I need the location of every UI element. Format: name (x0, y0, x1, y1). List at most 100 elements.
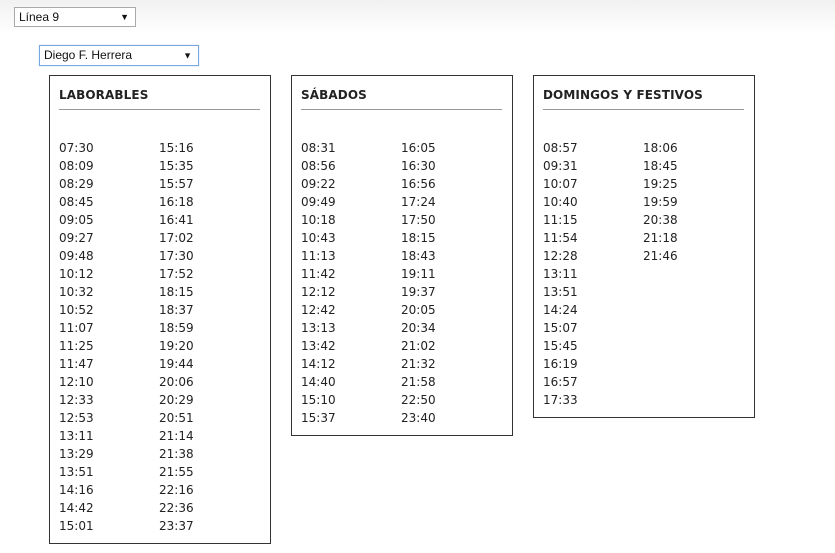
departure-time: 22:16 (159, 483, 194, 497)
departure-time: 15:57 (159, 177, 194, 191)
dropdown-arrow-icon: ▼ (120, 12, 129, 22)
times-column-1: 08:31 08:56 09:22 09:49 10:18 10:43 11:13 11:42… (301, 139, 336, 427)
departure-time: 13:42 (301, 339, 336, 353)
departure-time: 20:29 (159, 393, 194, 407)
departure-time: 18:43 (401, 249, 436, 263)
departure-time: 14:12 (301, 357, 336, 371)
departure-time: 17:30 (159, 249, 194, 263)
times-column-1: 07:30 08:09 08:29 08:45 09:05 09:27 09:48 10:12… (59, 139, 94, 535)
departure-time: 10:43 (301, 231, 336, 245)
panel-title: DOMINGOS Y FESTIVOS (543, 88, 744, 110)
departure-time: 19:25 (643, 177, 678, 191)
departure-time: 15:45 (543, 339, 578, 353)
departure-time: 12:53 (59, 411, 94, 425)
departure-time: 14:24 (543, 303, 578, 317)
times-column-1: 08:57 09:31 10:07 10:40 11:15 11:54 12:28 13:11… (543, 139, 578, 409)
dropdown-arrow-icon: ▼ (183, 50, 192, 60)
departure-time: 08:31 (301, 141, 336, 155)
departure-time: 17:52 (159, 267, 194, 281)
departure-time: 19:44 (159, 357, 194, 371)
departure-time: 09:05 (59, 213, 94, 227)
departure-time: 20:34 (401, 321, 436, 335)
departure-time: 11:54 (543, 231, 578, 245)
departure-time: 13:13 (301, 321, 336, 335)
departure-time: 16:56 (401, 177, 436, 191)
schedule-panel-sundays-holidays: DOMINGOS Y FESTIVOS 08:57 09:31 10:07 10:40… (533, 75, 755, 418)
departure-time: 08:09 (59, 159, 94, 173)
line-select[interactable]: Línea 9 ▼ (14, 7, 136, 27)
departure-time: 15:01 (59, 519, 94, 533)
departure-time: 11:47 (59, 357, 94, 371)
departure-time: 21:02 (401, 339, 436, 353)
departure-time: 16:05 (401, 141, 436, 155)
departure-time: 18:15 (401, 231, 436, 245)
departure-time: 18:06 (643, 141, 678, 155)
departure-time: 18:45 (643, 159, 678, 173)
departure-time: 17:24 (401, 195, 436, 209)
departure-time: 17:02 (159, 231, 194, 245)
departure-time: 11:25 (59, 339, 94, 353)
departure-time: 10:12 (59, 267, 94, 281)
departure-time: 19:20 (159, 339, 194, 353)
departure-time: 22:36 (159, 501, 194, 515)
departure-time: 09:22 (301, 177, 336, 191)
schedule-panel-weekdays: LABORABLES 07:30 08:09 08:29 08:45 09:05 09:2… (49, 75, 271, 544)
departure-time: 20:51 (159, 411, 194, 425)
departure-time: 10:52 (59, 303, 94, 317)
departure-time: 16:57 (543, 375, 578, 389)
departure-time: 16:30 (401, 159, 436, 173)
departure-time: 16:18 (159, 195, 194, 209)
departure-time: 14:16 (59, 483, 94, 497)
departure-time: 08:29 (59, 177, 94, 191)
page: Línea 9 ▼ Diego F. Herrera ▼ LABORABLES … (0, 0, 835, 553)
departure-time: 20:06 (159, 375, 194, 389)
departure-time: 18:37 (159, 303, 194, 317)
departure-time: 08:56 (301, 159, 336, 173)
departure-time: 11:42 (301, 267, 336, 281)
departure-time: 15:16 (159, 141, 194, 155)
departure-time: 14:42 (59, 501, 94, 515)
departure-time: 09:48 (59, 249, 94, 263)
departure-time: 09:27 (59, 231, 94, 245)
departure-time: 08:45 (59, 195, 94, 209)
departure-time: 19:37 (401, 285, 436, 299)
departure-time: 11:15 (543, 213, 578, 227)
departure-time: 12:33 (59, 393, 94, 407)
departure-time: 10:40 (543, 195, 578, 209)
departure-time: 19:59 (643, 195, 678, 209)
departure-time: 15:10 (301, 393, 336, 407)
departure-time: 16:19 (543, 357, 578, 371)
departure-time: 21:46 (643, 249, 678, 263)
line-select-value: Línea 9 (19, 10, 60, 24)
departure-time: 07:30 (59, 141, 94, 155)
departure-time: 13:11 (543, 267, 578, 281)
departure-time: 09:31 (543, 159, 578, 173)
stop-select-value: Diego F. Herrera (44, 48, 133, 62)
departure-time: 21:32 (401, 357, 436, 371)
departure-time: 13:29 (59, 447, 94, 461)
departure-time: 16:41 (159, 213, 194, 227)
departure-time: 14:40 (301, 375, 336, 389)
departure-time: 12:12 (301, 285, 336, 299)
departure-time: 22:50 (401, 393, 436, 407)
departure-time: 13:11 (59, 429, 94, 443)
times-column-2: 15:16 15:35 15:57 16:18 16:41 17:02 17:30 17:52… (159, 139, 194, 535)
departure-time: 12:28 (543, 249, 578, 263)
departure-time: 15:07 (543, 321, 578, 335)
departure-time: 20:38 (643, 213, 678, 227)
departure-time: 12:42 (301, 303, 336, 317)
departure-time: 13:51 (543, 285, 578, 299)
departure-time: 09:49 (301, 195, 336, 209)
departure-time: 23:37 (159, 519, 194, 533)
panel-title: SÁBADOS (301, 88, 502, 110)
departure-time: 21:14 (159, 429, 194, 443)
departure-time: 10:07 (543, 177, 578, 191)
stop-select[interactable]: Diego F. Herrera ▼ (39, 45, 199, 66)
departure-time: 21:55 (159, 465, 194, 479)
departure-time: 13:51 (59, 465, 94, 479)
panel-title: LABORABLES (59, 88, 260, 110)
departure-time: 17:33 (543, 393, 578, 407)
departure-time: 11:07 (59, 321, 94, 335)
departure-time: 17:50 (401, 213, 436, 227)
departure-time: 15:37 (301, 411, 336, 425)
